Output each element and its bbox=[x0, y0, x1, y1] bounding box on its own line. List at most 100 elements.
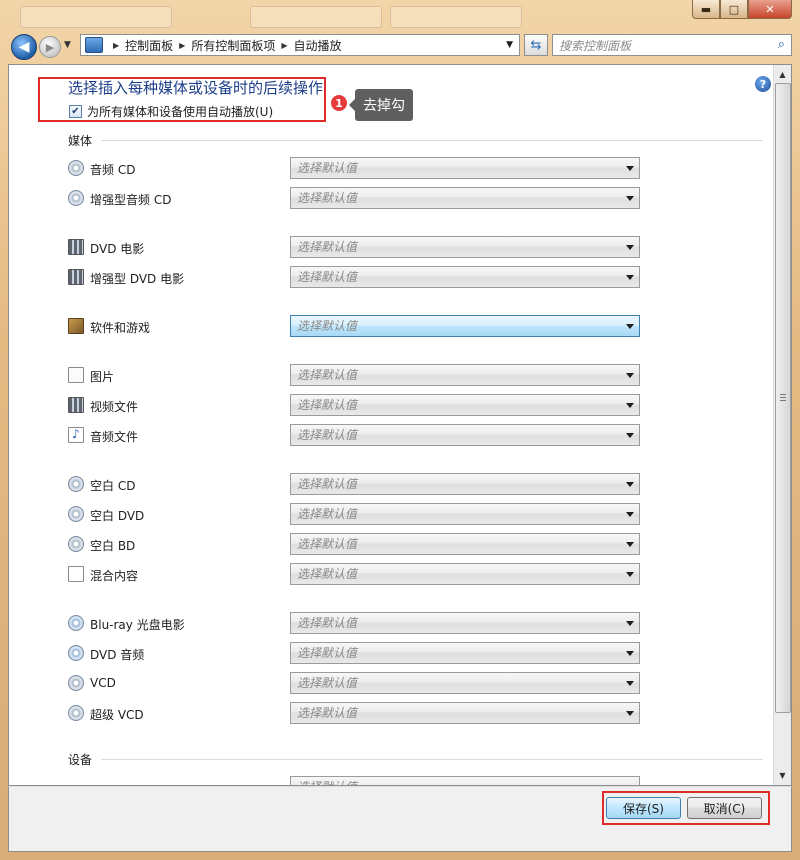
media-row: 音频 CD 选择默认值 bbox=[68, 157, 640, 179]
refresh-button[interactable]: ⇆ bbox=[524, 34, 548, 56]
super-vcd-icon bbox=[68, 705, 84, 721]
media-label: VCD bbox=[90, 676, 116, 690]
media-row: 图片 选择默认值 bbox=[68, 364, 640, 386]
annotation-number-badge: 1 bbox=[331, 95, 347, 111]
select-value: 选择默认值 bbox=[297, 398, 358, 412]
default-action-select[interactable]: 选择默认值 bbox=[290, 394, 640, 416]
video-files-icon bbox=[68, 397, 84, 413]
section-divider bbox=[101, 140, 763, 141]
default-action-select[interactable]: 选择默认值 bbox=[290, 236, 640, 258]
media-label: 音频 CD bbox=[90, 163, 136, 177]
dropdown-arrow-icon bbox=[626, 542, 634, 547]
device-row-partial: 选择默认值 bbox=[68, 776, 640, 785]
default-action-select[interactable]: 选择默认值 bbox=[290, 424, 640, 446]
media-label: 混合内容 bbox=[90, 569, 139, 583]
default-action-select[interactable]: 选择默认值 bbox=[290, 563, 640, 585]
breadcrumb-control-panel[interactable]: 控制面板 bbox=[125, 37, 173, 54]
media-row: VCD 选择默认值 bbox=[68, 672, 640, 694]
dropdown-arrow-icon bbox=[626, 572, 634, 577]
select-value: 选择默认值 bbox=[297, 191, 358, 205]
dvd-movie-icon bbox=[68, 239, 84, 255]
pictures-icon bbox=[68, 367, 84, 383]
media-row: 空白 BD 选择默认值 bbox=[68, 533, 640, 555]
select-value: 选择默认值 bbox=[297, 270, 358, 284]
breadcrumb-chevron-icon[interactable]: ▶ bbox=[281, 41, 287, 50]
media-row: 软件和游戏 选择默认值 bbox=[68, 315, 640, 337]
default-action-select[interactable]: 选择默认值 bbox=[290, 315, 640, 337]
select-value: 选择默认值 bbox=[297, 537, 358, 551]
media-row: 空白 DVD 选择默认值 bbox=[68, 503, 640, 525]
address-bar[interactable]: ▶ 控制面板 ▶ 所有控制面板项 ▶ 自动播放 ▼ bbox=[80, 34, 520, 56]
control-panel-icon bbox=[85, 37, 103, 53]
default-action-select[interactable]: 选择默认值 bbox=[290, 533, 640, 555]
select-value: 选择默认值 bbox=[297, 616, 358, 630]
vcd-icon bbox=[68, 675, 84, 691]
dropdown-arrow-icon bbox=[626, 324, 634, 329]
mixed-content-icon bbox=[68, 566, 84, 582]
breadcrumb-all-items[interactable]: 所有控制面板项 bbox=[191, 37, 275, 54]
media-label: 增强型 DVD 电影 bbox=[90, 272, 185, 286]
default-action-select[interactable]: 选择默认值 bbox=[290, 473, 640, 495]
search-placeholder: 搜索控制面板 bbox=[559, 38, 632, 53]
media-row: DVD 音频 选择默认值 bbox=[68, 642, 640, 664]
forward-arrow-icon: ▶ bbox=[45, 40, 55, 54]
media-label: 增强型音频 CD bbox=[90, 193, 172, 207]
software-games-icon bbox=[68, 318, 84, 334]
back-button[interactable]: ◀ bbox=[11, 34, 37, 60]
media-row: 音频文件 选择默认值 bbox=[68, 424, 640, 446]
breadcrumb-chevron-icon[interactable]: ▶ bbox=[113, 41, 119, 50]
default-action-select[interactable]: 选择默认值 bbox=[290, 503, 640, 525]
media-label: 软件和游戏 bbox=[90, 321, 151, 335]
media-row: 视频文件 选择默认值 bbox=[68, 394, 640, 416]
vertical-scrollbar[interactable]: ▲ ▼ bbox=[773, 65, 791, 785]
maximize-button[interactable]: □ bbox=[720, 0, 748, 19]
scroll-down-button[interactable]: ▼ bbox=[775, 767, 790, 783]
breadcrumb-chevron-icon[interactable]: ▶ bbox=[179, 41, 185, 50]
close-button[interactable]: ✕ bbox=[748, 0, 792, 19]
default-action-select[interactable]: 选择默认值 bbox=[290, 266, 640, 288]
select-value: 选择默认值 bbox=[297, 507, 358, 521]
media-row: Blu-ray 光盘电影 选择默认值 bbox=[68, 612, 640, 634]
scroll-up-button[interactable]: ▲ bbox=[775, 66, 790, 82]
default-action-select[interactable]: 选择默认值 bbox=[290, 702, 640, 724]
recent-pages-dropdown[interactable]: ▼ bbox=[64, 40, 71, 50]
dropdown-arrow-icon bbox=[626, 433, 634, 438]
audio-cd-icon bbox=[68, 160, 84, 176]
media-label: Blu-ray 光盘电影 bbox=[90, 618, 185, 632]
section-divider bbox=[101, 759, 763, 760]
select-value: 选择默认值 bbox=[297, 477, 358, 491]
breadcrumb-autoplay[interactable]: 自动播放 bbox=[294, 37, 342, 54]
media-row: 增强型 DVD 电影 选择默认值 bbox=[68, 266, 640, 288]
annotation-callout: 去掉勾 bbox=[349, 89, 413, 121]
search-icon[interactable]: ⌕ bbox=[778, 37, 785, 52]
minimize-button[interactable]: ▬ bbox=[692, 0, 720, 19]
forward-button[interactable]: ▶ bbox=[39, 36, 61, 58]
default-action-select[interactable]: 选择默认值 bbox=[290, 612, 640, 634]
media-label: 音频文件 bbox=[90, 430, 139, 444]
default-action-select[interactable]: 选择默认值 bbox=[290, 187, 640, 209]
annotation-highlight-box bbox=[38, 77, 326, 122]
media-row: 空白 CD 选择默认值 bbox=[68, 473, 640, 495]
media-label: 空白 BD bbox=[90, 539, 136, 553]
scroll-thumb[interactable] bbox=[775, 83, 791, 713]
default-action-select[interactable]: 选择默认值 bbox=[290, 642, 640, 664]
annotation-buttons-highlight bbox=[602, 791, 770, 825]
dvd-audio-icon bbox=[68, 645, 84, 661]
search-input[interactable]: 搜索控制面板 ⌕ bbox=[552, 34, 792, 56]
device-select[interactable]: 选择默认值 bbox=[290, 776, 640, 785]
default-action-select[interactable]: 选择默认值 bbox=[290, 157, 640, 179]
media-label: DVD 电影 bbox=[90, 242, 145, 256]
media-label: 空白 CD bbox=[90, 479, 136, 493]
background-tab bbox=[20, 6, 172, 28]
dropdown-arrow-icon bbox=[626, 245, 634, 250]
media-label: 空白 DVD bbox=[90, 509, 145, 523]
select-value: 选择默认值 bbox=[297, 319, 358, 333]
dropdown-arrow-icon bbox=[626, 275, 634, 280]
dropdown-arrow-icon bbox=[626, 196, 634, 201]
help-icon[interactable]: ? bbox=[755, 76, 771, 92]
default-action-select[interactable]: 选择默认值 bbox=[290, 672, 640, 694]
dropdown-arrow-icon bbox=[626, 621, 634, 626]
select-value: 选择默认值 bbox=[297, 676, 358, 690]
address-dropdown-icon[interactable]: ▼ bbox=[506, 40, 513, 50]
default-action-select[interactable]: 选择默认值 bbox=[290, 364, 640, 386]
